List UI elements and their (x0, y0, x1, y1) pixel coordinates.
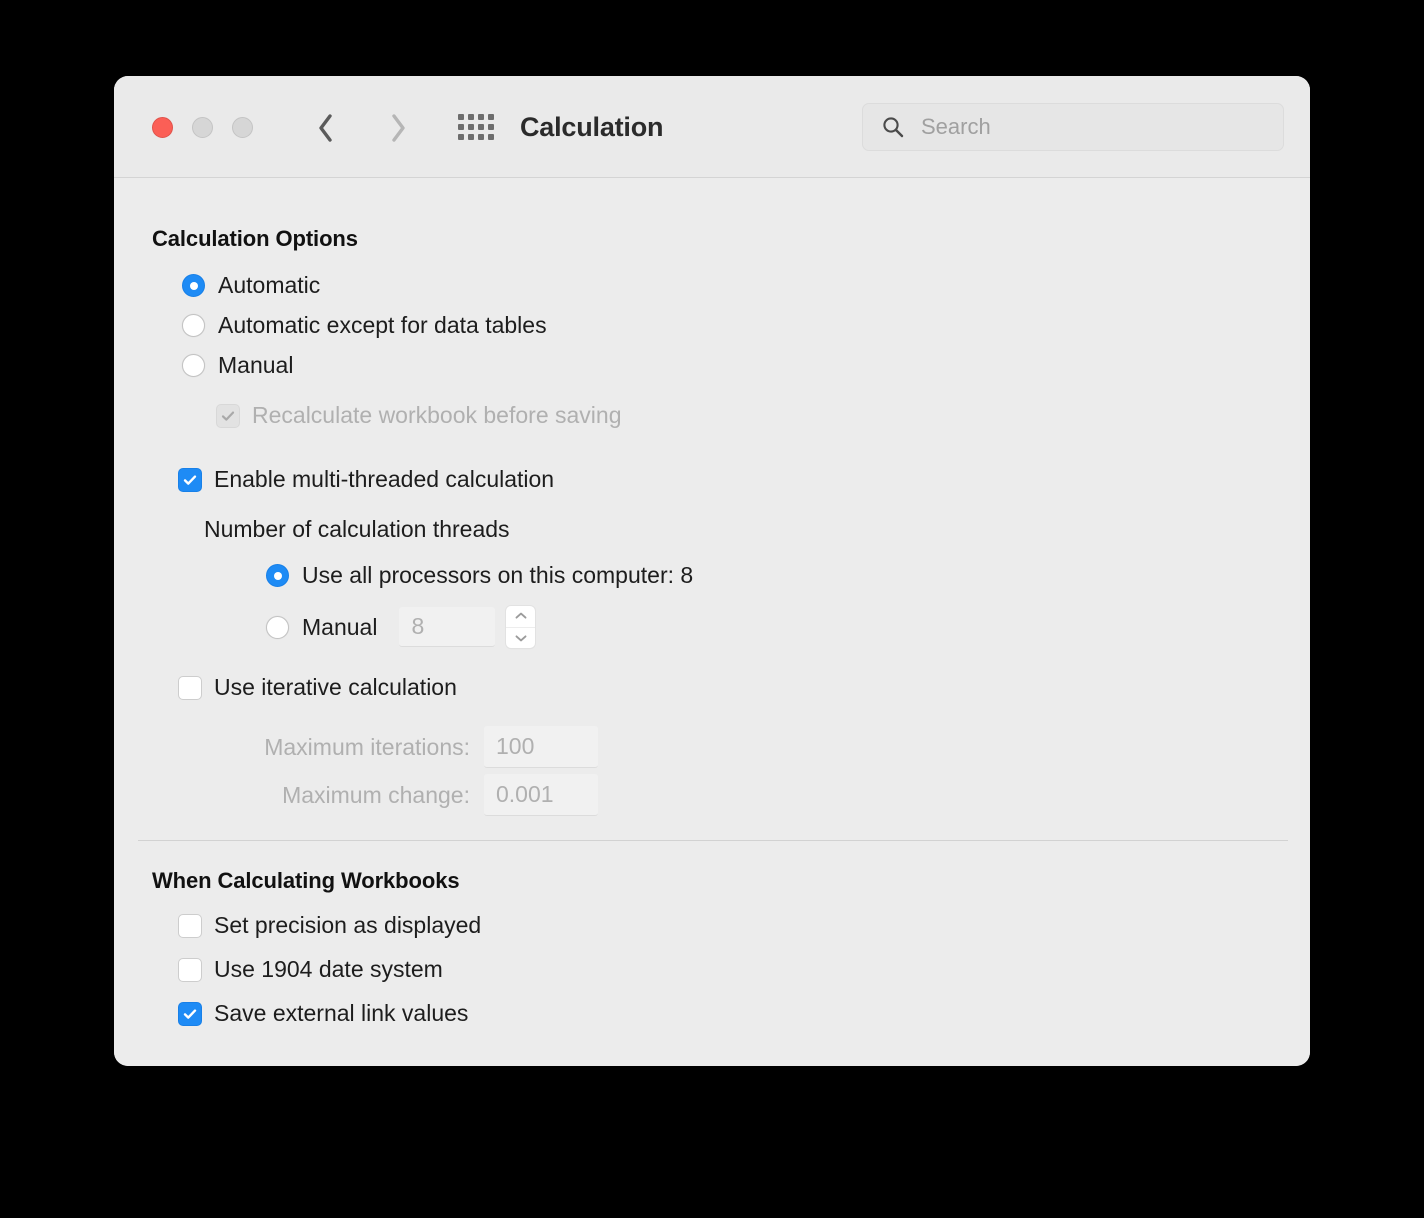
checkbox-row-recalculate-before-saving: Recalculate workbook before saving (216, 402, 621, 429)
max-iterations-input[interactable] (484, 726, 598, 768)
checkbox-label-recalculate-before-saving: Recalculate workbook before saving (252, 402, 622, 428)
checkbox-label-enable-multithreaded-calculation: Enable multi-threaded calculation (214, 466, 555, 492)
radio-row-automatic-except-data-tables[interactable]: Automatic except for data tables (182, 312, 547, 339)
threads-heading-row: Number of calculation threads (204, 516, 510, 543)
checkbox-use-iterative-calculation[interactable] (178, 675, 202, 700)
forward-button[interactable] (379, 109, 417, 147)
chevron-down-icon (515, 635, 527, 642)
checkbox-recalculate-before-saving (216, 403, 240, 428)
radio-label-use-all-processors: Use all processors on this computer: 8 (302, 562, 694, 588)
checkbox-row-use-1904-date-system[interactable]: Use 1904 date system (178, 956, 443, 983)
search-field[interactable] (862, 103, 1284, 151)
radio-row-use-all-processors[interactable]: Use all processors on this computer: 8 (266, 562, 693, 589)
threads-heading: Number of calculation threads (204, 516, 510, 542)
radio-label-automatic-except-data-tables: Automatic except for data tables (218, 312, 547, 338)
show-all-preferences-grid-icon[interactable] (458, 114, 494, 142)
checkbox-row-use-iterative-calculation[interactable]: Use iterative calculation (178, 674, 457, 701)
radio-manual[interactable] (182, 354, 205, 377)
checkbox-label-save-external-link-values: Save external link values (214, 1000, 469, 1026)
checkbox-label-set-precision-as-displayed: Set precision as displayed (214, 912, 482, 938)
checkbox-set-precision-as-displayed[interactable] (178, 913, 202, 938)
checkbox-save-external-link-values[interactable] (178, 1001, 202, 1026)
traffic-light-group (152, 117, 253, 138)
search-icon (881, 115, 905, 139)
max-iterations-label: Maximum iterations: (264, 733, 470, 760)
chevron-left-icon (318, 114, 332, 142)
preferences-window: Calculation Calculation Options Automati… (114, 76, 1310, 1066)
radio-automatic[interactable] (182, 274, 205, 297)
threads-count-input[interactable] (399, 607, 496, 647)
max-iterations-row: Maximum iterations: (200, 726, 598, 768)
radio-automatic-except-data-tables[interactable] (182, 314, 205, 337)
checkbox-enable-multithreaded-calculation[interactable] (178, 467, 202, 492)
radio-use-all-processors[interactable] (266, 564, 289, 587)
section-divider (138, 840, 1288, 841)
search-input[interactable] (919, 113, 1253, 141)
stepper-decrement-button[interactable] (506, 626, 536, 649)
radio-row-manual[interactable]: Manual (182, 352, 293, 379)
window-title: Calculation (520, 112, 664, 142)
window-toolbar: Calculation (114, 76, 1310, 178)
chevron-right-icon (391, 114, 405, 142)
threads-stepper[interactable] (506, 606, 536, 649)
radio-label-manual: Manual (218, 352, 294, 378)
back-button[interactable] (306, 109, 344, 147)
radio-label-automatic: Automatic (218, 272, 321, 298)
calculation-options-heading: Calculation Options (152, 226, 358, 251)
checkbox-row-save-external-link-values[interactable]: Save external link values (178, 1000, 468, 1027)
preferences-content: Calculation Options Automatic Automatic … (114, 178, 1310, 1066)
close-window-button[interactable] (152, 117, 173, 138)
when-calculating-workbooks-heading: When Calculating Workbooks (152, 868, 460, 893)
checkbox-row-enable-multithreaded[interactable]: Enable multi-threaded calculation (178, 466, 554, 493)
chevron-up-icon (515, 612, 527, 619)
checkbox-use-1904-date-system[interactable] (178, 957, 202, 982)
minimize-window-button[interactable] (192, 117, 213, 138)
maximize-window-button[interactable] (232, 117, 253, 138)
stepper-increment-button[interactable] (506, 606, 535, 627)
max-change-row: Maximum change: (200, 774, 598, 816)
radio-row-automatic[interactable]: Automatic (182, 272, 320, 299)
radio-row-threads-manual[interactable]: Manual (266, 606, 536, 649)
max-change-input[interactable] (484, 774, 598, 816)
max-change-label: Maximum change: (282, 781, 470, 808)
checkbox-row-set-precision-as-displayed[interactable]: Set precision as displayed (178, 912, 481, 939)
radio-label-threads-manual: Manual (302, 613, 378, 640)
checkbox-label-use-iterative-calculation: Use iterative calculation (214, 674, 457, 700)
radio-threads-manual[interactable] (266, 615, 289, 639)
checkbox-label-use-1904-date-system: Use 1904 date system (214, 956, 443, 982)
